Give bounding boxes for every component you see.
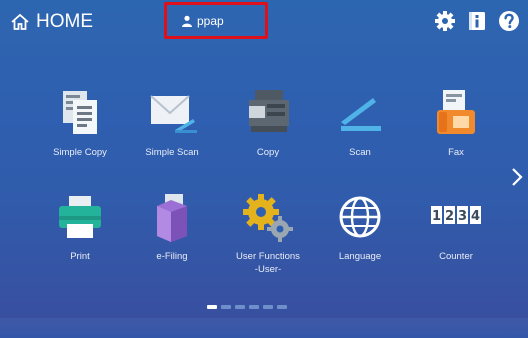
app-scan[interactable]: Scan: [314, 86, 406, 159]
copier-icon: [249, 90, 289, 132]
app-label: Scan: [349, 147, 371, 158]
app-simple-copy[interactable]: Simple Copy: [34, 86, 126, 159]
app-label: User Functions -User-: [236, 251, 300, 275]
info-book-icon: [469, 12, 485, 30]
gears-icon: [243, 194, 293, 242]
user-login-button[interactable]: ppap: [164, 2, 268, 39]
globe-icon: [339, 196, 381, 238]
user-name: ppap: [197, 13, 224, 28]
page-indicator: [207, 305, 287, 309]
home-button[interactable]: HOME: [10, 9, 93, 35]
page-dot[interactable]: [277, 305, 287, 309]
app-print[interactable]: Print: [34, 190, 126, 263]
page-dot[interactable]: [263, 305, 273, 309]
app-label: e-Filing: [156, 251, 188, 262]
info-button[interactable]: [466, 10, 488, 32]
app-counter[interactable]: 1 2 3 4 Counter: [410, 190, 502, 263]
app-label: Language: [338, 251, 382, 262]
help-button[interactable]: [498, 10, 520, 32]
app-e-filing[interactable]: e-Filing: [126, 190, 218, 263]
app-label: Fax: [448, 147, 464, 158]
counter-digit: 4: [471, 209, 480, 224]
user-icon: [182, 15, 192, 27]
page-dot-active[interactable]: [207, 305, 217, 309]
page-dot[interactable]: [221, 305, 231, 309]
next-page-arrow-icon[interactable]: [510, 166, 524, 188]
home-screen: HOME ppap Simple Copy Simple Scan Copy S…: [0, 0, 528, 338]
app-copy[interactable]: Copy: [222, 86, 314, 159]
home-icon: [11, 13, 29, 30]
fax-icon: [437, 90, 475, 134]
simple-copy-icon: [63, 91, 97, 134]
bottom-strip: [0, 318, 528, 338]
app-simple-scan[interactable]: Simple Scan: [126, 86, 218, 159]
page-dot[interactable]: [235, 305, 245, 309]
app-label: Copy: [256, 147, 280, 158]
app-fax[interactable]: Fax: [410, 86, 502, 159]
scan-icon: [341, 98, 381, 131]
app-user-functions[interactable]: User Functions -User-: [222, 190, 314, 276]
settings-button[interactable]: [434, 10, 456, 32]
counter-digit: 3: [458, 209, 467, 224]
home-label: HOME: [36, 11, 93, 32]
e-filing-icon: [157, 194, 187, 242]
counter-icon: 1 2 3 4: [431, 206, 481, 224]
simple-scan-icon: [150, 95, 197, 133]
counter-digit: 2: [445, 209, 454, 224]
help-icon: [499, 11, 519, 31]
printer-icon: [59, 196, 101, 238]
app-label: Simple Scan: [145, 147, 199, 158]
gear-icon: [435, 11, 455, 31]
app-language[interactable]: Language: [314, 190, 406, 263]
page-dot[interactable]: [249, 305, 259, 309]
app-label: Counter: [439, 251, 473, 262]
app-label: Print: [70, 251, 90, 262]
counter-digit: 1: [432, 209, 441, 224]
top-right-toolbar: [434, 10, 520, 32]
app-label: Simple Copy: [53, 147, 107, 158]
